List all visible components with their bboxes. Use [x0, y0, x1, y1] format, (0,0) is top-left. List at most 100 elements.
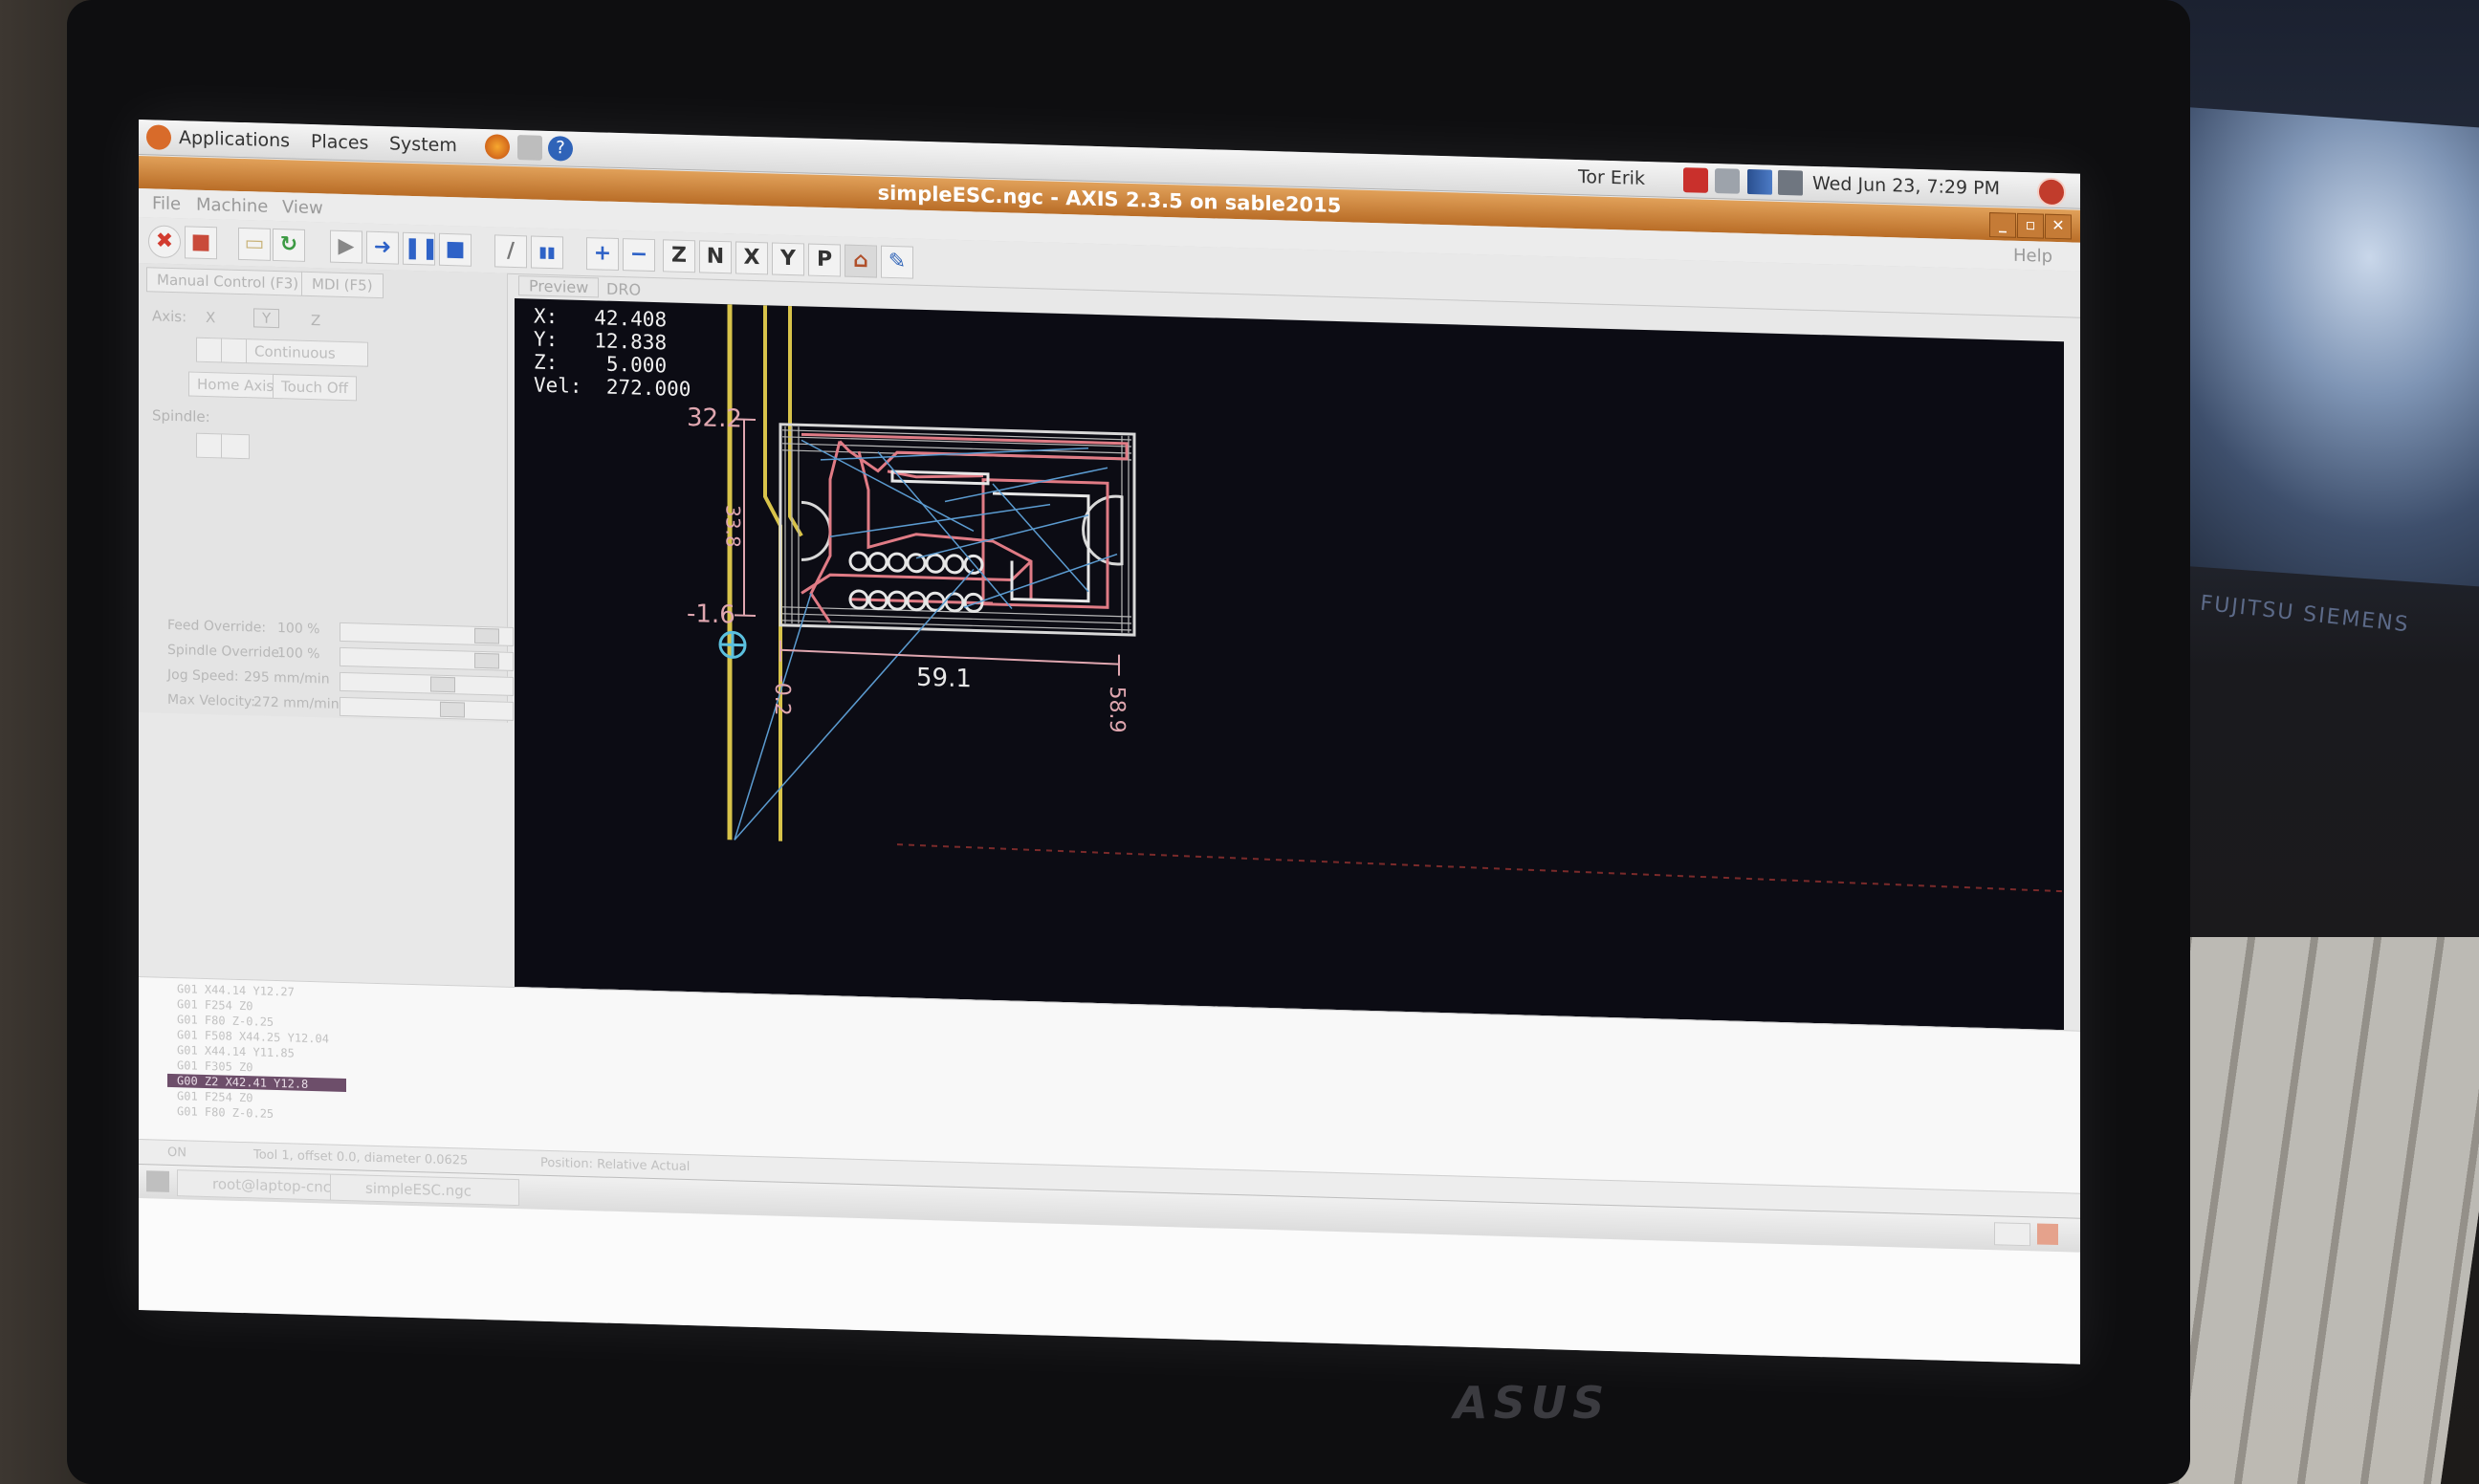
feed-override-label: Feed Override:	[167, 617, 267, 636]
tab-preview[interactable]: Preview	[518, 275, 600, 298]
menu-system[interactable]: System	[389, 133, 457, 156]
clear-backplot-icon[interactable]: ✎	[881, 245, 913, 279]
update-notifier-icon[interactable]	[1683, 167, 1708, 193]
menu-machine[interactable]: Machine	[196, 195, 268, 217]
tab-dro[interactable]: DRO	[606, 280, 641, 299]
spindle-override-slider[interactable]	[340, 646, 514, 671]
axis-radio-x[interactable]: X	[206, 309, 215, 326]
tool-line-2	[763, 305, 782, 841]
mail-icon[interactable]	[517, 135, 542, 161]
view-perspective-button[interactable]: P	[808, 243, 841, 277]
axis-radio-y[interactable]: Y	[253, 308, 280, 329]
gcode-line[interactable]: G01 F305 Z0	[177, 1058, 252, 1074]
gcode-line[interactable]: G01 F80 Z-0.25	[177, 1104, 274, 1121]
menu-help[interactable]: Help	[2013, 246, 2052, 267]
zoom-out-icon[interactable]: −	[623, 238, 655, 273]
panel-user[interactable]: Tor Erik	[1578, 166, 1645, 189]
reload-icon[interactable]: ↻	[273, 228, 305, 262]
jog-speed-label: Jog Speed:	[167, 666, 239, 685]
mount-hole-left	[801, 500, 832, 561]
menu-view[interactable]: View	[282, 197, 323, 218]
jog-mode-select[interactable]: Continuous	[246, 338, 368, 367]
gcode-line[interactable]: G01 F80 Z-0.25	[177, 1013, 274, 1029]
minimize-button[interactable]: _	[1989, 212, 2016, 238]
workspace-switcher[interactable]	[1994, 1222, 2030, 1247]
status-machine-state: ON	[167, 1145, 186, 1161]
maximize-button[interactable]: ▫	[2017, 212, 2044, 239]
dro-y-label: Y:	[534, 327, 559, 352]
gcode-line[interactable]: G01 X44.14 Y12.27	[177, 982, 295, 998]
spindle-label: Spindle:	[152, 406, 210, 426]
spindle-override-row: Spindle Override: 100 %	[167, 642, 514, 671]
menu-places[interactable]: Places	[311, 131, 368, 154]
toggle-toolpath-icon[interactable]: ⌂	[845, 244, 877, 278]
gcode-line[interactable]: G01 F508 X44.25 Y12.04	[177, 1028, 329, 1045]
view-rotated-z-button[interactable]: N	[699, 240, 732, 274]
dim-y-span: 33.8	[721, 504, 745, 548]
dro-x-label: X:	[534, 304, 559, 329]
menu-applications[interactable]: Applications	[179, 127, 290, 151]
pause-icon[interactable]: ❚❚	[403, 231, 439, 266]
view-y-button[interactable]: Y	[772, 242, 804, 276]
toolpath-preview[interactable]: X: 42.408 Y: 12.838 Z: 5.000 Vel: 272.00…	[515, 297, 2064, 1031]
spindle-override-value: 100 %	[277, 645, 320, 663]
view-x-button[interactable]: X	[735, 241, 768, 275]
printer-icon[interactable]	[1715, 168, 1740, 194]
axis-label: Axis:	[152, 307, 187, 326]
feed-override-slider[interactable]	[340, 622, 514, 646]
help-icon[interactable]: ?	[548, 135, 573, 162]
laptop-screen: Applications Places System ? Tor Erik We…	[139, 120, 2080, 1364]
status-position: Position: Relative Actual	[540, 1155, 691, 1175]
feed-override-row: Feed Override: 100 %	[167, 617, 514, 646]
tab-manual-control[interactable]: Manual Control (F3)	[146, 267, 310, 296]
estop-icon[interactable]: ✖	[148, 225, 181, 259]
max-velocity-slider[interactable]	[340, 696, 514, 721]
trash-icon[interactable]	[2037, 1223, 2058, 1246]
dim-x-max: 58.9	[1104, 686, 1129, 733]
jog-speed-row: Jog Speed: 295 mm/min	[167, 666, 514, 696]
firefox-icon[interactable]	[485, 134, 510, 160]
view-z-button[interactable]: Z	[663, 239, 695, 273]
run-icon[interactable]: ▶	[330, 229, 362, 264]
step-icon[interactable]: ➜	[366, 230, 399, 265]
zoom-in-icon[interactable]: +	[586, 237, 619, 272]
gcode-line[interactable]: G01 F254 Z0	[177, 997, 252, 1013]
dro-vel-value: 272.000	[605, 375, 691, 402]
dim-y-max: 32.2	[687, 404, 742, 434]
spindle-plus-button[interactable]	[221, 433, 250, 460]
jog-speed-slider[interactable]	[340, 671, 514, 696]
touch-off-button[interactable]: Touch Off	[273, 373, 357, 402]
ubuntu-logo-icon[interactable]	[146, 124, 171, 150]
axis-radio-z[interactable]: Z	[311, 312, 320, 329]
stop-icon[interactable]: ■	[439, 232, 472, 267]
tab-mdi[interactable]: MDI (F5)	[301, 271, 384, 299]
volume-icon[interactable]	[1778, 169, 1803, 196]
gcode-line[interactable]: G01 X44.14 Y11.85	[177, 1043, 295, 1059]
block-delete-icon[interactable]: /	[494, 234, 527, 269]
manual-control-panel: Manual Control (F3) MDI (F5) Axis: X Y Z…	[139, 263, 514, 723]
max-velocity-value: 272 mm/min	[253, 694, 340, 712]
home-axis-button[interactable]: Home Axis	[188, 371, 283, 400]
open-file-icon[interactable]: ▭	[238, 227, 271, 261]
dro-x-value: 42.408	[594, 306, 668, 332]
network-signal-icon[interactable]	[1747, 168, 1772, 195]
menu-file[interactable]: File	[152, 193, 181, 214]
power-icon[interactable]	[2037, 177, 2066, 207]
taskbar-axis[interactable]: simpleESC.ngc	[330, 1173, 519, 1207]
dim-y-min: -1.6	[687, 600, 735, 630]
feed-override-value: 100 %	[277, 621, 320, 638]
optional-stop-icon[interactable]: ▮▮	[531, 235, 563, 270]
jog-speed-value: 295 mm/min	[244, 669, 330, 687]
machine-power-icon[interactable]: ■	[185, 226, 217, 260]
gcode-line[interactable]: G01 F254 Z0	[177, 1089, 252, 1104]
dim-x-min: -0.2	[769, 674, 794, 717]
dro-z-value: 5.000	[605, 352, 668, 378]
dro-vel-label: Vel:	[534, 373, 582, 398]
dro-z-label: Z:	[534, 350, 559, 375]
show-desktop-icon[interactable]	[146, 1170, 169, 1192]
close-button[interactable]: ✕	[2045, 213, 2072, 240]
spindle-override-label: Spindle Override:	[167, 642, 284, 662]
panel-clock[interactable]: Wed Jun 23, 7:29 PM	[1812, 173, 2000, 199]
dim-x-span: 59.1	[916, 663, 972, 694]
status-tool: Tool 1, offset 0.0, diameter 0.0625	[253, 1147, 469, 1168]
